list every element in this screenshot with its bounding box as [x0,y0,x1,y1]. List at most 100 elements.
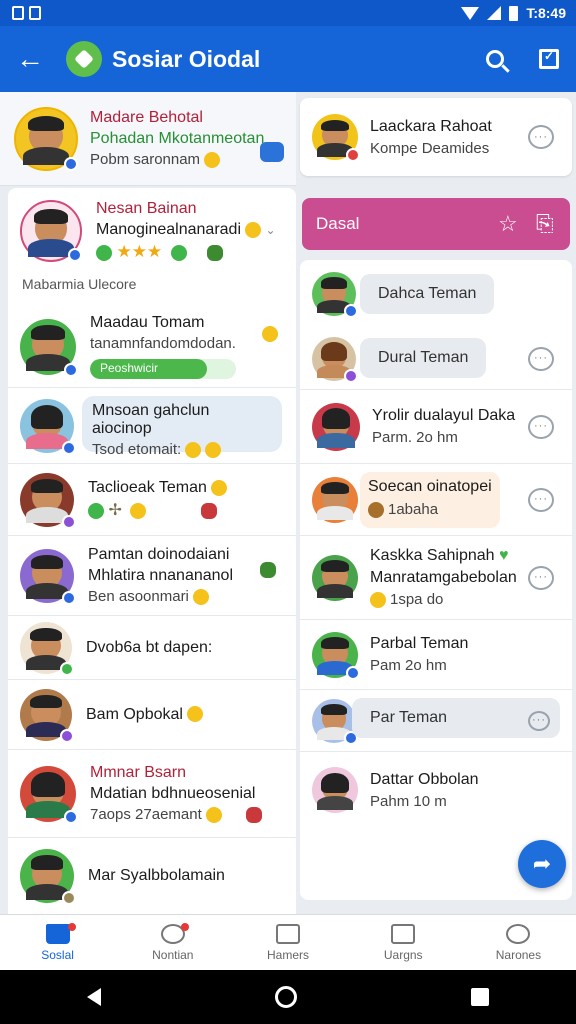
nav-label: Soslal [41,947,74,962]
list-item[interactable]: Dural Teman ··· [300,328,572,390]
contact-name: Kaskka Sahipnah ♥ [370,546,509,564]
contact-name: Nesan Bainan [96,200,197,217]
avatar [312,336,358,383]
notification-badge [68,923,76,931]
nav-item-members[interactable]: Hamers [230,915,345,970]
list-item[interactable]: Mnsoan gahclun aiocinop Tsod etomait: [8,388,296,464]
smile-emoji-icon [204,152,221,169]
chat-bubble-icon[interactable]: ··· [528,565,554,590]
contact-name: Bam Opbokal [86,706,203,724]
system-recents-icon[interactable] [471,988,489,1006]
list-item[interactable]: Soecan oinatopei 1abaha ··· [300,464,572,536]
message-bubble: Soecan oinatopei 1abaha [360,472,500,528]
list-item[interactable]: Dvob6a bt dapen: [8,616,296,680]
share-arrow-icon: ➦ [532,851,552,876]
search-button[interactable] [468,50,522,68]
star-icon[interactable]: ☆ [498,211,518,237]
list-item[interactable]: Bam Opbokal [8,680,296,750]
contact-subtitle: Tsod etomait: [92,441,272,459]
list-item[interactable]: Maadau Tomam tanamnfandomdodan. Peoshwic… [8,306,296,388]
message-bubble: Dahca Teman [360,274,495,314]
contact-extra: 7aops 27aemant [90,806,262,824]
group-header[interactable]: Dasal ☆ ⎘ [302,198,570,250]
contact-extra: Ben asoonmari [88,588,233,606]
back-arrow-icon[interactable]: ← [0,43,60,75]
top-right-card[interactable]: Laackara Rahoat Kompe Deamides ··· [300,98,572,176]
system-back-icon[interactable] [87,988,101,1006]
top-contact-card[interactable]: Madare Behotal Pohadan Mkotanmeotan Pobm… [0,92,296,186]
avatar [14,106,78,171]
contact-subtitle: Manratamgabebolan [370,568,517,586]
document-icon [391,923,416,944]
contact-subtitle: Kompe Deamides [370,139,490,157]
smile-emoji-icon [205,807,222,824]
list-item[interactable]: Parbal Teman Pam 2o hm [300,620,572,690]
avatar [312,554,358,601]
chat-pill-icon[interactable] [260,142,284,162]
bag-icon [539,49,559,69]
list-item[interactable]: Par Teman ··· [300,690,572,752]
contact-subtitle: Pohadan Mkotanmeotan [90,129,265,147]
smile-emoji-icon [205,442,222,459]
red-emoji-icon [245,807,262,824]
featured-contact[interactable]: Nesan Bainan Manoginealnanaradi ⌄ ★★★ [8,188,296,274]
contact-time: 1spa do [370,591,517,609]
avatar [312,114,360,162]
share-fab-button[interactable]: ➦ [518,840,566,888]
message-bubble: Dural Teman [360,338,487,378]
clock: T:8:49 [526,5,566,21]
list-item[interactable]: Pamtan doinodaiani Mhlatira nnanananol B… [8,536,296,616]
red-emoji-icon [200,502,217,519]
shop-button[interactable] [522,49,576,69]
list-item[interactable]: Yrolir dualayul Daka Parm. 2o hm ··· [300,390,572,464]
chat-bubble-icon[interactable]: ··· [528,346,554,371]
wifi-icon [461,6,480,20]
contact-time: Pahm 10 m [370,792,447,810]
emoji-icon [186,706,203,723]
contact-time: 1abaha [368,501,492,519]
avatar [312,631,360,680]
right-contact-list: Dahca Teman Dural Teman ··· Yrolir duala… [300,260,572,900]
notification-icon [12,6,24,20]
plant-icon: ✢ [108,502,122,519]
contact-name: Mnsoan gahclun aiocinop [92,402,210,437]
reaction-row: ★★★ [96,242,276,262]
list-item[interactable]: Mar Syalbbolamain [8,838,296,914]
share-icon[interactable]: ⎘ [536,211,554,237]
avatar [312,476,358,523]
search-icon [486,50,504,68]
plant-emoji-icon [207,244,224,261]
nav-label: Uargns [383,947,423,962]
avatar [20,621,74,676]
emoji-icon [245,221,261,238]
avatar [20,318,78,377]
list-item[interactable]: Dattar Obbolan Pahm 10 m [300,752,572,828]
smile-emoji-icon [192,589,209,606]
chat-bubble-icon[interactable]: ··· [528,487,554,512]
list-item[interactable]: Taclioeak Teman ✢ [8,464,296,536]
nav-item-notification[interactable]: Nontian [115,915,230,970]
system-home-icon[interactable] [275,986,297,1008]
nav-item-social[interactable]: Soslal [0,915,115,970]
list-item[interactable]: Kaskka Sahipnah ♥ Manratamgabebolan 1spa… [300,536,572,620]
battery-icon [509,5,519,21]
chat-bubble-icon[interactable]: ··· [528,710,550,731]
list-item[interactable]: Mmnar Bsarn Mdatian bdhnueosenial 7aops … [8,750,296,838]
avatar [20,548,76,605]
green-emoji-icon [96,244,112,261]
chat-bubble-icon[interactable]: ··· [528,125,554,149]
nav-item-messages[interactable]: Uargns [346,915,461,970]
contact-name: Mar Syalbbolamain [88,867,225,884]
avatar [20,765,78,824]
system-nav-bar [0,970,576,1024]
avatar [20,472,76,529]
smile-emoji-icon [262,326,278,342]
person-icon [506,923,531,944]
left-contact-list: Nesan Bainan Manoginealnanaradi ⌄ ★★★ Ma… [8,188,296,914]
nav-item-profile[interactable]: Narones [461,915,576,970]
chat-bubble-icon[interactable]: ··· [528,414,554,439]
chevron-down-icon[interactable]: ⌄ [265,223,275,237]
contact-name: Parbal Teman [370,635,469,652]
list-item[interactable]: Dahca Teman [300,260,572,328]
contact-name: Maadau Tomam [90,314,205,331]
